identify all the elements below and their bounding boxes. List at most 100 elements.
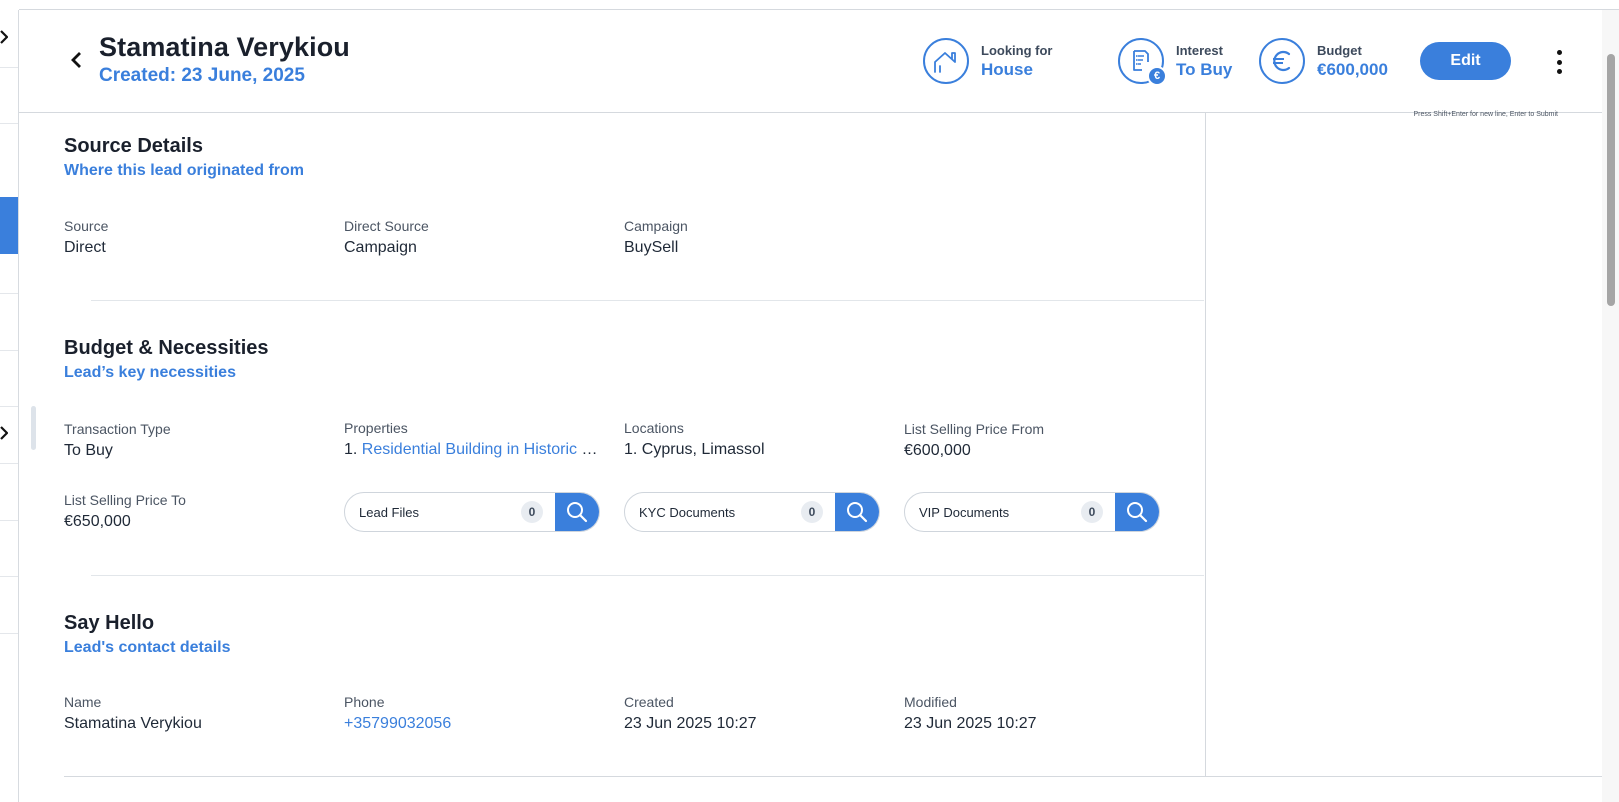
stat-value: House [981,60,1033,79]
stat-value: To Buy [1176,60,1233,79]
edit-button[interactable]: Edit [1420,42,1511,80]
section-title: Source Details [64,135,203,157]
euro-icon [1259,38,1305,84]
lead-name: Stamatina Verykiou [99,32,350,62]
stat-interest: € Interest To Buy [1118,38,1233,86]
budget-necessities-header: Budget & Necessities Lead’s key necessit… [64,336,269,384]
field-campaign: Campaign BuySell [624,217,884,259]
scrollbar-thumb[interactable] [1607,54,1615,306]
search-button[interactable] [1115,493,1159,531]
doc-count-badge: 0 [521,501,543,523]
field-value: 23 Jun 2025 10:27 [624,715,757,732]
field-contact-modified: Modified 23 Jun 2025 10:27 [904,693,1164,735]
field-label: Source [64,218,109,234]
field-label: List Selling Price From [904,421,1045,437]
search-icon [1127,502,1148,523]
field-value: 23 Jun 2025 10:27 [904,715,1037,732]
field-label: Campaign [624,218,688,234]
lead-header: Stamatina Verykiou Created: 23 June, 202… [19,10,1602,113]
rail-divider [0,406,18,407]
chevron-right-icon[interactable] [0,30,8,44]
kyc-documents-search[interactable]: KYC Documents 0 [624,492,880,532]
lead-details: Source Details Where this lead originate… [19,113,1205,802]
doc-label: KYC Documents [639,504,736,520]
doc-label: Lead Files [359,504,419,520]
field-label: Created [624,694,674,710]
field-properties: Properties 1. Residential Building in Hi… [344,419,602,461]
property-link[interactable]: Residential Building in Historic Centre [362,441,602,458]
field-label: List Selling Price To [64,492,186,508]
back-button[interactable] [65,46,87,74]
field-price-to: List Selling Price To €650,000 [64,491,324,533]
stat-label: Looking for [981,43,1053,58]
section-divider [91,300,1204,301]
search-button[interactable] [835,493,879,531]
chevron-left-icon [71,52,81,68]
search-icon [847,502,868,523]
source-details-header: Source Details Where this lead originate… [64,134,304,182]
field-transaction-type: Transaction Type To Buy [64,420,324,462]
euro-badge-icon: € [1147,66,1167,86]
stat-budget: Budget €600,000 [1259,38,1388,84]
field-label: Direct Source [344,218,429,234]
say-hello-header: Say Hello Lead's contact details [64,611,231,659]
rail-divider [0,633,18,634]
rail-divider [0,67,18,68]
rail-divider [0,293,18,294]
doc-count-badge: 0 [1081,501,1103,523]
stat-label: Interest [1176,43,1223,58]
input-hint: Press Shift+Enter for new line, Enter to… [1413,111,1558,118]
rail-divider [0,576,18,577]
section-title: Budget & Necessities [64,337,269,359]
field-direct-source: Direct Source Campaign [344,217,604,259]
field-contact-created: Created 23 Jun 2025 10:27 [624,693,884,735]
rail-divider [0,350,18,351]
field-label: Phone [344,694,385,710]
left-nav-rail [0,10,19,802]
field-source: Source Direct [64,217,324,259]
field-value: €600,000 [904,442,971,459]
lead-created-date: Created: 23 June, 2025 [99,65,305,86]
search-icon [567,502,588,523]
rail-divider [0,520,18,521]
field-value: BuySell [624,239,679,256]
field-value: Direct [64,239,106,256]
field-value: €650,000 [64,513,131,530]
stat-label: Budget [1317,43,1362,58]
field-value: 1. Cyprus, Limassol [624,441,765,458]
doc-count-badge: 0 [801,501,823,523]
vip-documents-search[interactable]: VIP Documents 0 [904,492,1160,532]
section-subtitle: Lead’s key necessities [64,364,236,381]
house-icon [923,38,969,84]
page-scrollbar[interactable] [1602,10,1619,802]
doc-label: VIP Documents [919,504,1010,520]
section-subtitle: Lead's contact details [64,639,231,656]
section-divider [64,776,1602,777]
field-contact-phone: Phone +35799032056 [344,693,604,735]
section-divider [91,575,1204,576]
list-index: 1. [344,441,358,458]
field-label: Name [64,694,102,710]
document-euro-icon: € [1118,38,1167,86]
phone-link[interactable]: +35799032056 [344,713,604,735]
field-value: Stamatina Verykiou [64,715,202,732]
field-locations: Locations 1. Cyprus, Limassol [624,419,884,461]
field-price-from: List Selling Price From €600,000 [904,420,1164,462]
field-value: To Buy [64,442,113,459]
chevron-right-icon[interactable] [0,426,8,440]
more-options-icon[interactable] [1554,48,1564,76]
rail-divider [0,123,18,124]
field-label: Transaction Type [64,421,171,437]
field-label: Locations [624,420,684,436]
field-value: Campaign [344,239,417,256]
lead-files-search[interactable]: Lead Files 0 [344,492,600,532]
rail-divider [0,463,18,464]
section-title: Say Hello [64,612,155,634]
search-button[interactable] [555,493,599,531]
stat-value: €600,000 [1317,60,1388,79]
rail-active-item[interactable] [0,197,18,254]
field-value: 1. Residential Building in Historic Cent… [344,439,602,461]
field-label: Modified [904,694,957,710]
side-panel: Press Shift+Enter for new line, Enter to… [1205,111,1602,777]
field-label: Properties [344,420,408,436]
